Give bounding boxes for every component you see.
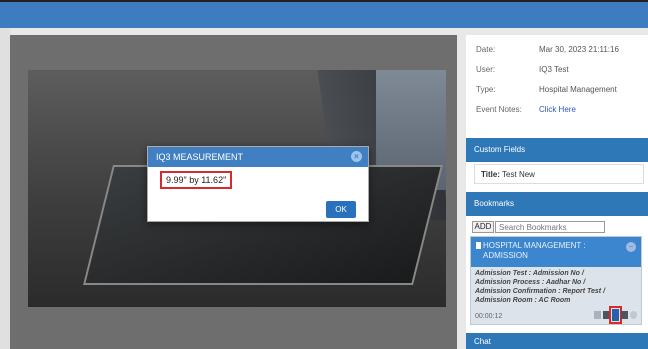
bookmarks-title: Bookmarks — [474, 199, 515, 208]
type-label: Type: — [476, 85, 496, 94]
measurement-value: 9.99" by 11.62" — [160, 171, 233, 189]
collapse-icon[interactable]: − — [626, 242, 636, 252]
custom-fields-title: Custom Fields — [474, 145, 526, 154]
bookmark-detail: Admission Confirmation : Report Test / — [475, 288, 606, 295]
date-label: Date: — [476, 45, 496, 54]
dialog-header: IQ3 MEASUREMENT × — [148, 147, 368, 167]
bookmark-time: 00:00:12 — [475, 313, 503, 320]
bookmark-detail: Admission Test : Admission No / — [475, 270, 584, 277]
bookmark-detail: Admission Room : AC Room — [475, 297, 571, 304]
chat-header[interactable]: Chat — [466, 333, 648, 349]
bookmark-item[interactable]: HOSPITAL MANAGEMENT : ADMISSION − Admiss… — [470, 236, 642, 325]
document-icon[interactable] — [603, 311, 610, 319]
frame-edge — [0, 28, 10, 349]
bookmark-item-header[interactable]: HOSPITAL MANAGEMENT : ADMISSION − — [471, 237, 641, 267]
bookmarks-header[interactable]: Bookmarks — [466, 192, 648, 216]
date-value: Mar 30, 2023 21:11:16 — [539, 45, 619, 54]
ok-button[interactable]: OK — [326, 201, 356, 218]
add-bookmark-button[interactable]: ADD — [472, 221, 494, 233]
custom-field-title: Title: Test New — [474, 164, 644, 184]
bookmark-search-input[interactable] — [495, 221, 605, 233]
measure-icon[interactable] — [609, 306, 622, 324]
event-notes-link[interactable]: Click Here — [539, 105, 576, 114]
user-value: IQ3 Test — [539, 65, 569, 74]
car-icon[interactable] — [621, 311, 628, 319]
custom-field-title-value: Test New — [502, 170, 535, 179]
bookmark-details: Admission Test : Admission No / Admissio… — [471, 267, 641, 307]
chat-title: Chat — [474, 337, 491, 346]
custom-field-title-label: Title: — [481, 170, 500, 179]
dialog-title: IQ3 MEASUREMENT — [156, 152, 244, 162]
gear-icon[interactable] — [630, 311, 637, 319]
close-icon[interactable]: × — [351, 151, 362, 162]
event-notes-label: Event Notes: — [476, 105, 522, 114]
bookmark-title-line2: ADMISSION — [483, 251, 528, 260]
user-label: User: — [476, 65, 496, 74]
top-header-bar — [0, 0, 648, 28]
note-icon[interactable] — [594, 311, 601, 319]
measurement-dialog: IQ3 MEASUREMENT × 9.99" by 11.62" OK — [147, 146, 369, 222]
bookmark-detail: Admission Process : Aadhar No / — [475, 279, 586, 286]
type-value: Hospital Management — [539, 85, 617, 94]
custom-fields-header[interactable]: Custom Fields — [466, 138, 648, 162]
bookmark-flag-icon — [476, 242, 481, 249]
bookmark-title-line1: HOSPITAL MANAGEMENT : — [483, 241, 586, 250]
bookmark-actions — [594, 306, 637, 324]
